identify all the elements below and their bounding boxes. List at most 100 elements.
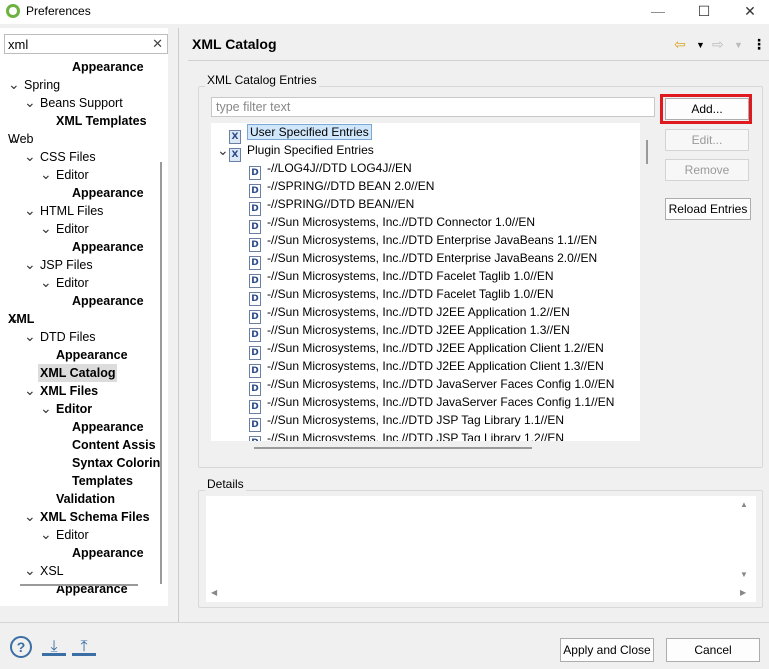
entries-vertical-scrollbar[interactable] — [646, 140, 648, 164]
catalog-entry-row[interactable]: D -//Sun Microsystems, Inc.//DTD Enterpri… — [249, 231, 597, 252]
window-title: Preferences — [26, 4, 91, 18]
plugin-entries-chevron-icon[interactable]: ⌄ — [217, 143, 229, 157]
tree-expand-chevron-icon[interactable]: ⌄ — [40, 275, 52, 289]
catalog-entry-row[interactable]: D -//Sun Microsystems, Inc.//DTD Enterpri… — [249, 249, 597, 270]
entry-label: -//Sun Microsystems, Inc.//DTD Facelet T… — [267, 287, 554, 301]
tree-item[interactable]: DTD Files — [40, 328, 96, 346]
catalog-entry-row[interactable]: D -//Sun Microsystems, Inc.//DTD J2EE App… — [249, 339, 604, 360]
entry-label: -//Sun Microsystems, Inc.//DTD JSP Tag L… — [267, 431, 564, 441]
tree-expand-chevron-icon[interactable]: ⌄ — [24, 149, 36, 163]
help-icon[interactable]: ? — [10, 636, 32, 658]
catalog-group-row[interactable]: X User Specified Entries — [229, 123, 372, 144]
tree-expand-chevron-icon[interactable]: ⌄ — [24, 509, 36, 523]
clear-filter-icon[interactable]: ✕ — [152, 36, 163, 52]
catalog-entry-row[interactable]: D -//Sun Microsystems, Inc.//DTD J2EE App… — [249, 303, 570, 324]
remove-button[interactable]: Remove — [665, 159, 749, 181]
tree-expand-chevron-icon[interactable]: ⌄ — [24, 257, 36, 271]
back-menu-chevron-icon[interactable]: ▼ — [696, 40, 705, 50]
tree-item[interactable]: Validation — [56, 490, 115, 508]
tree-expand-chevron-icon[interactable]: ⌄ — [40, 401, 52, 415]
entries-horizontal-scrollbar[interactable] — [254, 447, 532, 449]
catalog-entry-row[interactable]: D -//SPRING//DTD BEAN 2.0//EN — [249, 177, 434, 198]
view-menu-icon[interactable]: ⋮ — [752, 36, 766, 53]
import-preferences-icon[interactable]: ⤓ — [42, 636, 66, 656]
tree-item[interactable]: Editor — [56, 400, 92, 418]
forward-menu-chevron-icon[interactable]: ▼ — [734, 40, 743, 50]
tree-expand-chevron-icon[interactable]: ⌄ — [24, 95, 36, 109]
catalog-entries-tree: X User Specified Entries X Plugin Specified… — [211, 123, 640, 441]
catalog-entry-row[interactable]: D-//Sun Microsystems, Inc.//DTD JSP Tag … — [249, 429, 564, 441]
tree-item[interactable]: HTML Files — [40, 202, 103, 220]
catalog-entry-row[interactable]: D -//Sun Microsystems, Inc.//DTD Facelet … — [249, 267, 554, 288]
tree-item[interactable]: Spring — [24, 76, 60, 94]
catalog-entry-row[interactable]: D -//Sun Microsystems, Inc.//DTD Facelet … — [249, 285, 554, 306]
tree-item[interactable]: JSP Files — [40, 256, 93, 274]
catalog-entry-row[interactable]: D -//Sun Microsystems, Inc.//DTD JavaServ… — [249, 375, 614, 396]
details-scroll-right-icon[interactable]: ▶ — [740, 588, 746, 597]
nav-horizontal-scrollbar[interactable] — [20, 584, 138, 586]
tree-item[interactable]: Appearance — [72, 238, 144, 256]
tree-item[interactable]: Appearance — [72, 544, 144, 562]
tree-item[interactable]: XML Schema Files — [40, 508, 150, 526]
catalog-entry-row[interactable]: D -//LOG4J//DTD LOG4J//EN — [249, 159, 412, 180]
pane-divider[interactable] — [178, 28, 179, 622]
tree-item[interactable]: Appearance — [56, 580, 128, 598]
maximize-button[interactable]: ☐ — [681, 0, 727, 24]
minimize-button[interactable]: — — [635, 0, 681, 24]
tree-expand-chevron-icon[interactable]: ⌄ — [24, 329, 36, 343]
nav-vertical-scrollbar[interactable] — [160, 162, 162, 584]
tree-item[interactable]: CSS Files — [40, 148, 96, 166]
details-scroll-down-icon[interactable]: ▼ — [740, 570, 748, 579]
back-arrow-icon[interactable]: ⇦ — [674, 36, 686, 53]
tree-item[interactable]: XML Files — [40, 382, 98, 400]
edit-button[interactable]: Edit... — [665, 129, 749, 151]
details-scroll-up-icon[interactable]: ▲ — [740, 500, 748, 509]
cancel-button[interactable]: Cancel — [666, 638, 760, 662]
tree-expand-chevron-icon[interactable]: ⌄ — [8, 77, 20, 91]
entry-label: -//Sun Microsystems, Inc.//DTD Facelet T… — [267, 269, 554, 283]
tree-expand-chevron-icon[interactable]: ⌄ — [40, 527, 52, 541]
tree-item[interactable]: Editor — [56, 526, 89, 544]
catalog-entry-row[interactable]: D -//Sun Microsystems, Inc.//DTD J2EE App… — [249, 321, 570, 342]
tree-expand-chevron-icon[interactable]: ⌄ — [24, 383, 36, 397]
tree-item[interactable]: XML — [8, 310, 34, 328]
tree-item[interactable]: XML Templates — [56, 112, 147, 130]
tree-item[interactable]: Beans Support — [40, 94, 123, 112]
catalog-entry-row[interactable]: D -//SPRING//DTD BEAN//EN — [249, 195, 415, 216]
tree-item[interactable]: Appearance — [56, 346, 128, 364]
catalog-entry-row[interactable]: D -//Sun Microsystems, Inc.//DTD J2EE App… — [249, 357, 604, 378]
catalog-entry-row[interactable]: D -//Sun Microsystems, Inc.//DTD JavaServ… — [249, 393, 614, 414]
tree-item[interactable]: XML Catalog — [38, 364, 118, 382]
catalog-entry-row[interactable]: D -//Sun Microsystems, Inc.//DTD Connecto… — [249, 213, 535, 234]
forward-arrow-icon[interactable]: ⇨ — [712, 36, 724, 53]
details-text-area[interactable] — [206, 496, 756, 602]
tree-item[interactable]: XSL — [40, 562, 64, 580]
catalog-entry-row[interactable]: D-//Sun Microsystems, Inc.//DTD JSP Tag … — [249, 411, 564, 432]
tree-item[interactable]: Content Assis — [72, 436, 156, 454]
details-label: Details — [205, 477, 246, 491]
close-button[interactable]: ✕ — [727, 0, 769, 24]
tree-item[interactable]: Editor — [56, 166, 89, 184]
apply-and-close-button[interactable]: Apply and Close — [560, 638, 654, 662]
entries-filter-input[interactable]: type filter text — [211, 97, 655, 117]
tree-item[interactable]: Syntax Colorin — [72, 454, 160, 472]
tree-expand-chevron-icon[interactable]: ⌄ — [40, 167, 52, 181]
tree-item[interactable]: Web — [8, 130, 33, 148]
tree-expand-chevron-icon[interactable]: ⌄ — [24, 563, 36, 577]
catalog-group-row[interactable]: X Plugin Specified Entries — [229, 141, 374, 162]
tree-item[interactable]: Appearance — [72, 184, 144, 202]
tree-item[interactable]: Editor — [56, 274, 89, 292]
tree-item[interactable]: Templates — [72, 472, 133, 490]
entry-label: -//Sun Microsystems, Inc.//DTD J2EE Appl… — [267, 359, 604, 373]
details-scroll-left-icon[interactable]: ◀ — [211, 588, 217, 597]
tree-expand-chevron-icon[interactable]: ⌄ — [40, 221, 52, 235]
preferences-filter-input[interactable]: xml ✕ — [4, 34, 168, 54]
reload-entries-button[interactable]: Reload Entries — [665, 198, 751, 220]
tree-item[interactable]: Appearance — [72, 58, 144, 76]
entry-label: -//SPRING//DTD BEAN//EN — [267, 197, 415, 211]
tree-item[interactable]: Editor — [56, 220, 89, 238]
tree-item[interactable]: Appearance — [72, 292, 144, 310]
tree-item[interactable]: Appearance — [72, 418, 144, 436]
tree-expand-chevron-icon[interactable]: ⌄ — [24, 203, 36, 217]
export-preferences-icon[interactable]: ⤒ — [72, 636, 96, 656]
